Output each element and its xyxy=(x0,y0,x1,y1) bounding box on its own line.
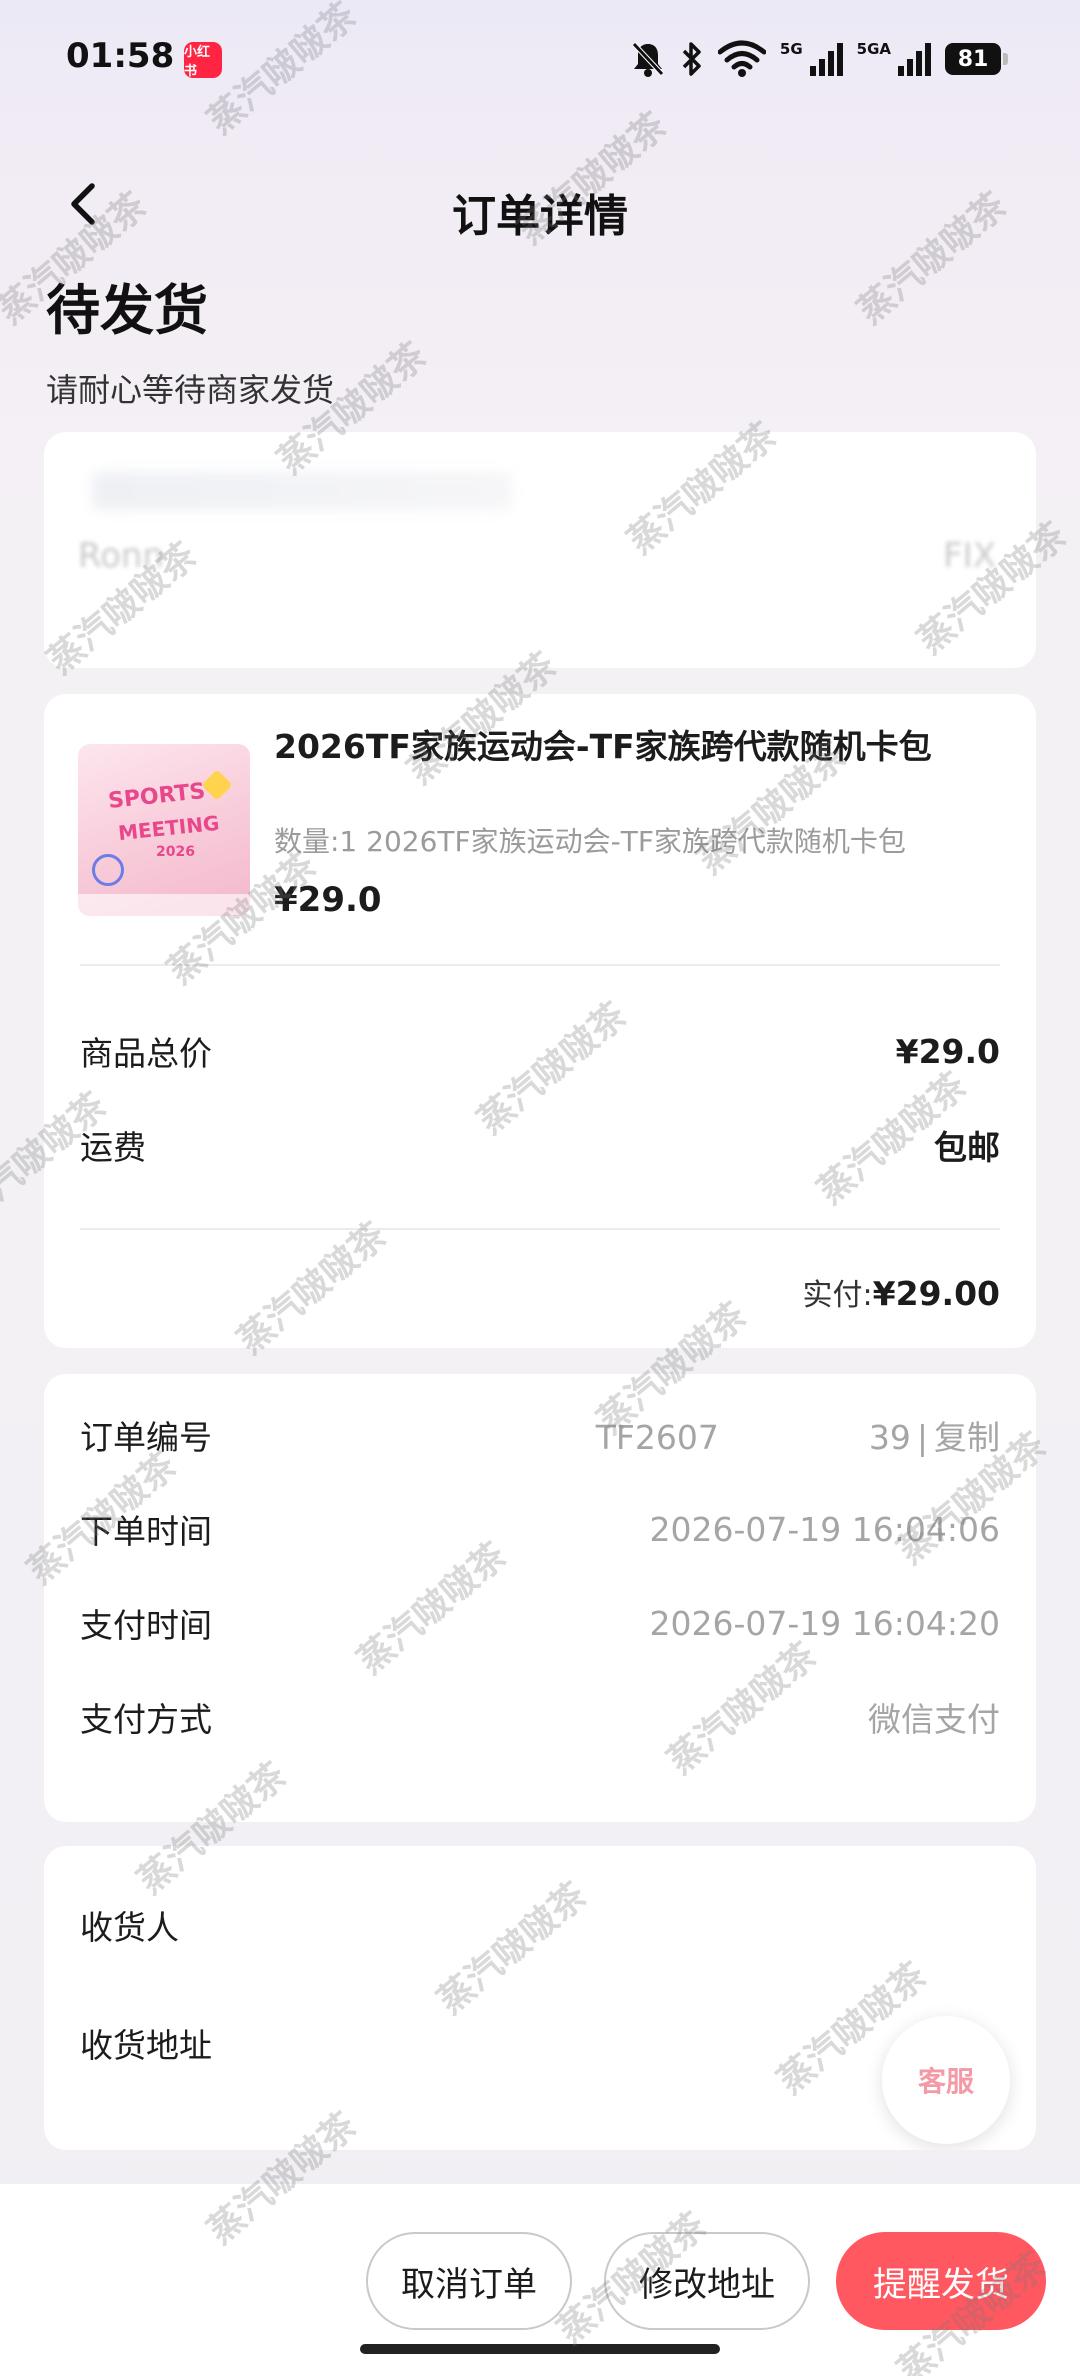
pay-method-value: 微信支付 xyxy=(868,1700,1000,1739)
product-card: SPORTS MEETING 2026 2026TF家族运动会-TF家族跨代款随… xyxy=(44,694,1036,1348)
pay-method-row: 支付方式 微信支付 xyxy=(80,1692,1000,1742)
paid-label: 实付: xyxy=(802,1278,873,1313)
thumb-star-decoration xyxy=(201,769,233,801)
pay-time-label: 支付时间 xyxy=(80,1606,212,1645)
total-price-label: 商品总价 xyxy=(80,1034,212,1073)
thumb-text-meeting: MEETING xyxy=(117,810,221,846)
battery-icon: 81 xyxy=(945,43,1008,75)
bluetooth-icon xyxy=(682,42,701,76)
blurred-text-right: FIX xyxy=(943,536,996,576)
shipping-label: 运费 xyxy=(80,1128,146,1167)
signal-icon xyxy=(809,43,843,76)
customer-service-button[interactable]: 客服 xyxy=(882,2016,1010,2144)
page-title: 订单详情 xyxy=(452,191,628,242)
order-number-prefix: TF2607 xyxy=(595,1418,719,1457)
status-time: 01:58 xyxy=(66,36,175,76)
signal-icon-2 xyxy=(898,43,931,76)
network-5g-label: 5G xyxy=(779,40,803,58)
paid-row: 实付: ¥29.00 xyxy=(803,1270,1000,1314)
paid-value: ¥29.00 xyxy=(872,1274,1000,1313)
total-price-row: 商品总价 ¥29.0 xyxy=(80,1026,1000,1076)
receiver-row: 收货人 xyxy=(80,1900,1000,1950)
logistics-card[interactable]: Ronn FIX xyxy=(44,432,1036,668)
order-time-value: 2026-07-19 16:04:06 xyxy=(649,1509,1000,1549)
thumb-footer xyxy=(78,894,250,916)
pay-time-row: 支付时间 2026-07-19 16:04:20 xyxy=(80,1598,1000,1648)
blurred-bar xyxy=(92,472,512,510)
divider xyxy=(80,964,1000,966)
battery-level: 81 xyxy=(945,43,1001,75)
order-number-value: TF2607 39 | 复制 xyxy=(596,1411,1000,1459)
address-label: 收货地址 xyxy=(80,2026,212,2065)
modify-address-button[interactable]: 修改地址 xyxy=(604,2232,810,2330)
shipping-value: 包邮 xyxy=(934,1128,1000,1167)
order-status-title: 待发货 xyxy=(46,279,208,342)
order-time-label: 下单时间 xyxy=(80,1512,212,1551)
status-icons: 5G 5GA 81 xyxy=(630,34,1008,84)
product-thumbnail[interactable]: SPORTS MEETING 2026 xyxy=(78,744,250,916)
copy-button[interactable]: 复制 xyxy=(934,1418,1000,1457)
order-number-label: 订单编号 xyxy=(80,1418,212,1457)
total-price-value: ¥29.0 xyxy=(895,1031,1000,1071)
address-row: 收货地址 xyxy=(80,2018,1000,2068)
order-number-row: 订单编号 TF2607 39 | 复制 xyxy=(80,1410,1000,1460)
thumb-ball-decoration xyxy=(92,854,124,886)
pay-time-value: 2026-07-19 16:04:20 xyxy=(649,1603,1000,1643)
product-price: ¥29.0 xyxy=(274,880,382,920)
network-5ga-label: 5GA xyxy=(856,40,891,58)
product-description: 数量:1 2026TF家族运动会-TF家族跨代款随机卡包 xyxy=(274,825,906,858)
nav-bar: 订单详情 xyxy=(0,160,1080,250)
order-status-section: 待发货 请耐心等待商家发货 xyxy=(46,266,334,411)
thumb-text-sports: SPORTS xyxy=(106,778,207,815)
order-info-card: 订单编号 TF2607 39 | 复制 下单时间 2026-07-19 16:04:0… xyxy=(44,1374,1036,1822)
product-name[interactable]: 2026TF家族运动会-TF家族跨代款随机卡包 xyxy=(274,724,974,770)
shipping-row: 运费 包邮 xyxy=(80,1120,1000,1170)
pay-method-label: 支付方式 xyxy=(80,1700,212,1739)
wifi-icon xyxy=(717,40,766,77)
order-time-row: 下单时间 2026-07-19 16:04:06 xyxy=(80,1504,1000,1554)
mute-bell-icon xyxy=(632,42,664,77)
receiver-label: 收货人 xyxy=(80,1908,179,1947)
copy-separator: | xyxy=(916,1418,928,1457)
order-number-suffix: 39 xyxy=(868,1418,911,1457)
home-indicator[interactable] xyxy=(360,2344,720,2354)
status-bar: 01:58 小红书 5G 5GA 81 xyxy=(0,0,1080,120)
blurred-text-left: Ronn xyxy=(78,536,164,576)
cancel-order-button[interactable]: 取消订单 xyxy=(366,2232,572,2330)
thumb-text-year: 2026 xyxy=(156,844,195,860)
divider xyxy=(80,1228,1000,1230)
remind-shipping-button[interactable]: 提醒发货 xyxy=(836,2232,1046,2330)
xiaohongshu-app-icon: 小红书 xyxy=(184,42,222,79)
battery-tip xyxy=(1003,53,1008,65)
bottom-action-bar: 取消订单 修改地址 提醒发货 xyxy=(0,2184,1080,2376)
order-status-subtitle: 请耐心等待商家发货 xyxy=(46,371,335,409)
address-card: 收货人 收货地址 客服 xyxy=(44,1846,1036,2150)
